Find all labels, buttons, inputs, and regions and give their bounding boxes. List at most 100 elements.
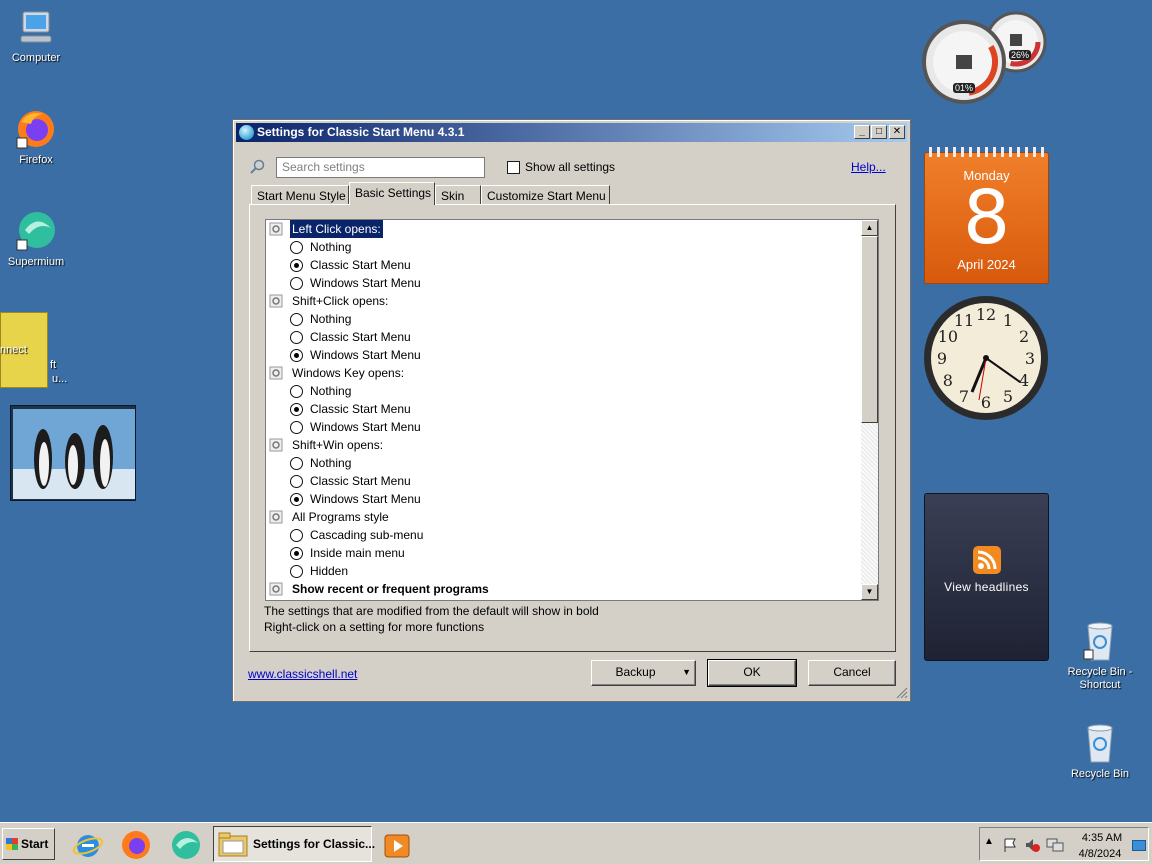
settings-option-label: Windows Start Menu [310,276,421,290]
volume-muted-icon[interactable] [1024,837,1040,853]
calendar-gadget[interactable]: Monday 8 April 2024 [924,147,1049,284]
show-hidden-icons-icon[interactable]: ▲ [984,836,994,847]
calendar-month-year: April 2024 [957,257,1016,272]
backup-button[interactable]: Backup ▼ [591,660,696,686]
ok-button[interactable]: OK [707,659,797,687]
show-desktop-icon[interactable] [1132,840,1146,851]
start-button[interactable]: Start [2,828,55,860]
taskbar-item-label: Settings for Classic... [253,837,376,851]
cpu-meter-gadget[interactable]: 01% 26% [920,8,1050,104]
clock-numeral: 1 [1003,311,1013,330]
tab-basic-settings[interactable]: Basic Settings [349,182,435,205]
radio-button[interactable] [290,331,303,344]
scroll-up-button[interactable]: ▲ [861,220,878,236]
settings-option[interactable]: Classic Start Menu [266,400,856,418]
settings-option[interactable]: Nothing [266,310,856,328]
settings-group[interactable]: Windows Key opens: [266,364,856,382]
desktop-icon-partial[interactable]: nnect ft u... [0,312,72,392]
dialog-titlebar[interactable]: Settings for Classic Start Menu 4.3.1 _ … [236,123,907,142]
internet-explorer-icon[interactable] [72,829,104,861]
settings-option[interactable]: Cascading sub-menu [266,526,856,544]
scroll-thumb[interactable] [861,236,878,423]
cancel-button[interactable]: Cancel [808,660,896,686]
settings-option[interactable]: Classic Start Menu [266,328,856,346]
classicshell-website-link[interactable]: www.classicshell.net [248,667,357,681]
radio-button[interactable] [290,547,303,560]
supermium-icon[interactable] [170,829,202,861]
settings-option-label: Nothing [310,456,352,470]
radio-button[interactable] [290,385,303,398]
desktop-icon-label: Recycle Bin - Shortcut [1067,666,1133,691]
classic-shell-icon [239,125,254,140]
settings-option[interactable]: Nothing [266,382,856,400]
search-input[interactable]: Search settings [276,157,485,178]
settings-option[interactable]: Nothing [266,238,856,256]
radio-button[interactable] [290,457,303,470]
radio-button[interactable] [290,313,303,326]
settings-option[interactable]: Hidden [266,562,856,580]
action-center-flag-icon[interactable] [1002,837,1018,853]
settings-option[interactable]: Windows Start Menu [266,346,856,364]
settings-option-label: Windows Start Menu [310,420,421,434]
radio-button[interactable] [290,475,303,488]
settings-group[interactable]: Left Click opens: [266,220,856,238]
radio-button[interactable] [290,259,303,272]
clock-numeral: 4 [1019,371,1029,390]
radio-button[interactable] [290,421,303,434]
clock-gadget[interactable]: 12 1 2 3 4 5 6 7 8 9 10 11 [922,294,1050,422]
radio-button[interactable] [290,349,303,362]
scroll-down-button[interactable]: ▼ [861,584,878,600]
feed-headlines-gadget[interactable]: View headlines [924,493,1049,661]
settings-option[interactable]: Windows Start Menu [266,490,856,508]
clock-numeral: 3 [1025,349,1035,368]
settings-option[interactable]: Classic Start Menu [266,472,856,490]
radio-button[interactable] [290,565,303,578]
media-player-icon[interactable] [382,829,412,861]
radio-button[interactable] [290,403,303,416]
settings-group[interactable]: Show recent or frequent programs [266,580,856,598]
settings-gear-icon [269,582,283,596]
desktop-icon-label: nnect [0,344,27,356]
settings-group[interactable]: Shift+Click opens: [266,292,856,310]
settings-option-label: Nothing [310,240,352,254]
show-all-settings-checkbox[interactable] [507,161,520,174]
tab-customize-start-menu[interactable]: Customize Start Menu [481,185,610,205]
desktop-icon-supermium[interactable]: Supermium [0,210,72,269]
network-icon[interactable] [1046,837,1064,853]
penguins-photo [13,409,135,499]
settings-option[interactable]: Windows Start Menu [266,274,856,292]
desktop-icon-firefox[interactable]: Firefox [0,108,72,167]
desktop-icon-computer[interactable]: Computer [0,10,72,65]
ram-value: 26% [1009,50,1032,60]
radio-button[interactable] [290,241,303,254]
close-button[interactable]: ✕ [889,125,905,139]
desktop-icon-recycle-bin[interactable]: Recycle Bin [1064,722,1136,781]
backup-button-label: Backup [615,665,656,679]
maximize-button[interactable]: □ [871,125,887,139]
slideshow-gadget[interactable] [10,405,136,501]
tray-clock-date[interactable]: 4/8/2024 [1072,848,1128,860]
tab-skin[interactable]: Skin [435,185,481,205]
settings-gear-icon [269,294,283,308]
start-label: Start [21,837,49,851]
firefox-icon[interactable] [120,829,152,861]
clock-numeral: 9 [937,349,947,368]
desktop-icon-recycle-bin-shortcut[interactable]: Recycle Bin - Shortcut [1064,620,1136,692]
taskbar-item-settings[interactable]: Settings for Classic... [213,826,376,862]
minimize-button[interactable]: _ [854,125,870,139]
radio-button[interactable] [290,529,303,542]
radio-button[interactable] [290,493,303,506]
radio-button[interactable] [290,277,303,290]
settings-option[interactable]: Nothing [266,454,856,472]
tab-start-menu-style[interactable]: Start Menu Style [251,185,349,205]
tree-scrollbar[interactable]: ▲ ▼ [861,220,878,600]
settings-option[interactable]: Windows Start Menu [266,418,856,436]
settings-group[interactable]: All Programs style [266,508,856,526]
resize-grip-icon[interactable] [896,687,908,699]
tray-clock-time[interactable]: 4:35 AM [1080,832,1124,844]
settings-option[interactable]: Classic Start Menu [266,256,856,274]
supermium-icon [16,212,55,251]
settings-group[interactable]: Shift+Win opens: [266,436,856,454]
help-link[interactable]: Help... [851,160,886,174]
settings-option[interactable]: Inside main menu [266,544,856,562]
